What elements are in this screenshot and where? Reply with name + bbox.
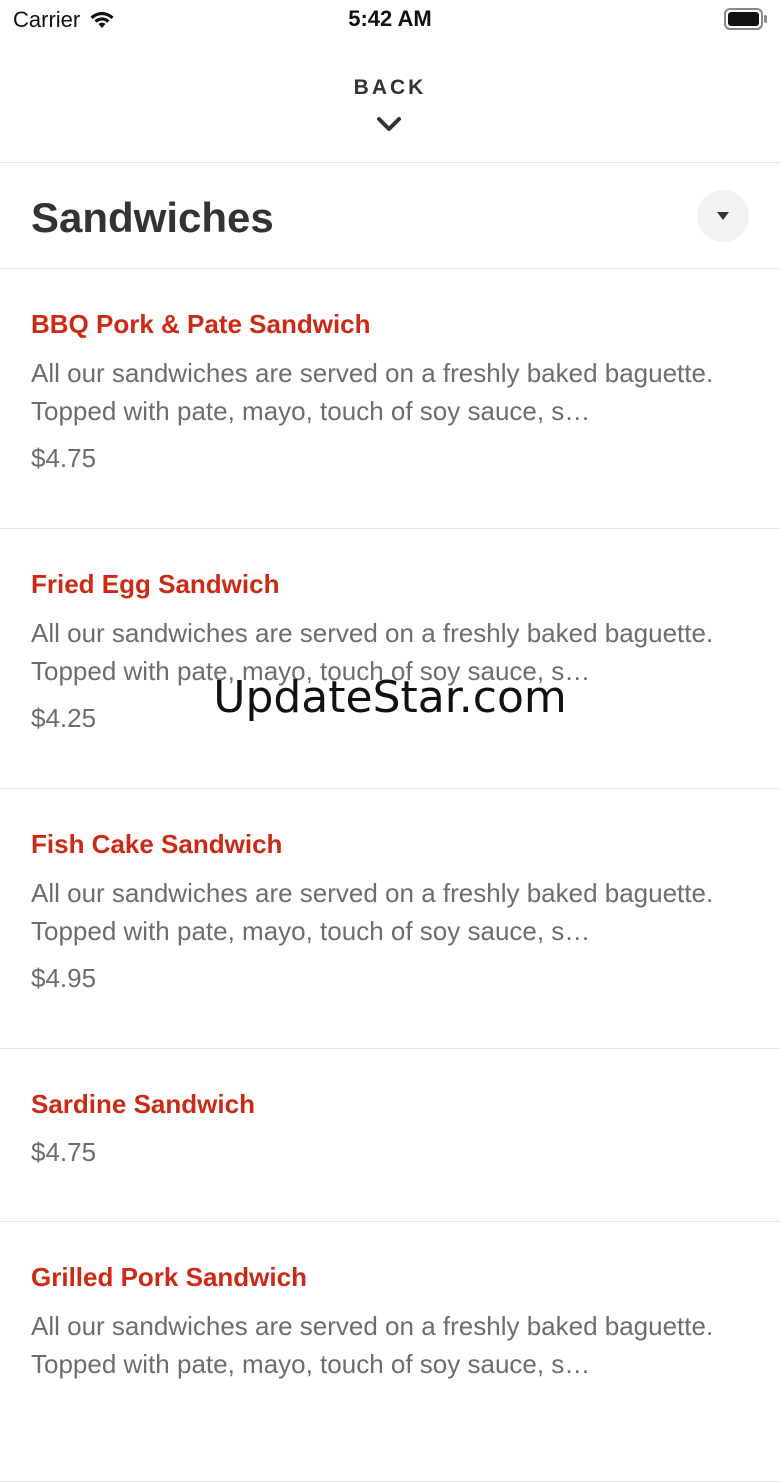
chevron-down-icon: [377, 117, 401, 131]
item-description: All our sandwiches are served on a fresh…: [31, 878, 714, 946]
battery-icon: [724, 8, 767, 30]
item-description: All our sandwiches are served on a fresh…: [31, 1311, 714, 1379]
triangle-down-icon: [717, 212, 729, 220]
menu-list: BBQ Pork & Pate Sandwich All our sandwic…: [0, 269, 780, 1482]
item-price: $4.75: [31, 1137, 97, 1167]
item-price: $4.25: [31, 703, 97, 733]
menu-item[interactable]: Sardine Sandwich $4.75: [0, 1049, 780, 1222]
item-description: All our sandwiches are served on a fresh…: [31, 358, 714, 426]
menu-item[interactable]: Fish Cake Sandwich All our sandwiches ar…: [0, 789, 780, 1049]
section-title: Sandwiches: [31, 194, 274, 241]
item-price: $4.95: [31, 963, 97, 993]
item-price: $4.75: [31, 443, 97, 473]
back-button[interactable]: BACK: [0, 40, 780, 163]
status-time: 5:42 AM: [348, 6, 432, 31]
item-name: Fried Egg Sandwich: [31, 569, 280, 599]
item-description: All our sandwiches are served on a fresh…: [31, 618, 714, 686]
item-name: Sardine Sandwich: [31, 1089, 255, 1119]
item-name: Fish Cake Sandwich: [31, 829, 283, 859]
menu-item[interactable]: Grilled Pork Sandwich All our sandwiches…: [0, 1222, 780, 1482]
item-name: BBQ Pork & Pate Sandwich: [31, 309, 371, 339]
section-dropdown-button[interactable]: [697, 190, 749, 242]
back-label: BACK: [353, 76, 427, 99]
section-header: Sandwiches: [0, 163, 780, 269]
menu-item[interactable]: Fried Egg Sandwich All our sandwiches ar…: [0, 529, 780, 789]
status-bar: Carrier 5:42 AM: [0, 0, 780, 40]
menu-item[interactable]: BBQ Pork & Pate Sandwich All our sandwic…: [0, 269, 780, 529]
item-name: Grilled Pork Sandwich: [31, 1262, 307, 1292]
